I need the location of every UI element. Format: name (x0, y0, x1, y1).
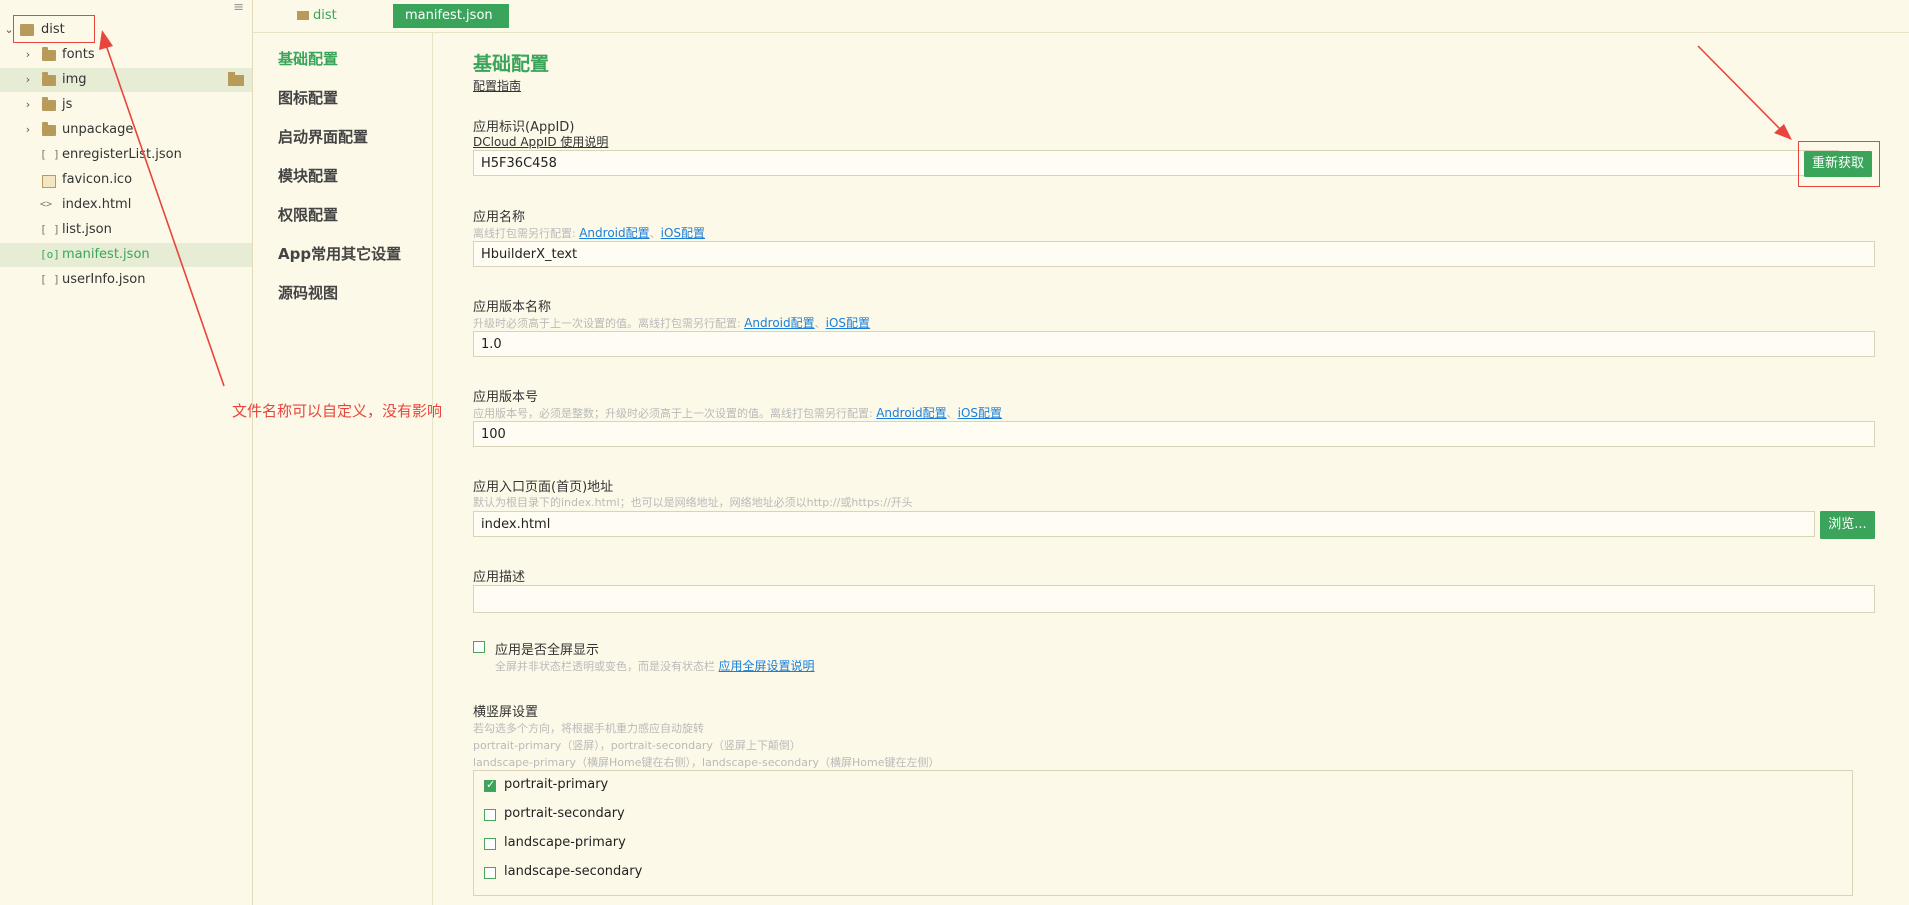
fullscreen-help-link[interactable]: 应用全屏设置说明 (719, 659, 815, 673)
checkbox-checked[interactable] (484, 778, 496, 792)
ios-config-link[interactable]: iOS配置 (958, 406, 1002, 420)
orientation-hint-1: 若勾选多个方向，将根据手机重力感应自动旋转 (473, 722, 704, 735)
hint-text: 全屏并非状态栏透明或变色，而是没有状态栏 (495, 660, 715, 673)
entry-page-label: 应用入口页面(首页)地址 (473, 480, 614, 495)
nav-permission-config[interactable]: 权限配置 (278, 204, 338, 225)
hint-text: 离线打包需另行配置: (473, 227, 576, 240)
orientation-hint-3: landscape-primary（横屏Home键在右侧），landscape-… (473, 756, 940, 769)
ios-config-link[interactable]: iOS配置 (826, 316, 870, 330)
tab-manifest-json[interactable]: manifest.json (393, 4, 509, 28)
folder-icon (297, 11, 309, 20)
version-name-hint: 升级时必须高于上一次设置的值。离线打包需另行配置: Android配置、iOS配… (473, 316, 871, 330)
nav-app-other-settings[interactable]: App常用其它设置 (278, 243, 401, 264)
ios-config-link[interactable]: iOS配置 (661, 226, 705, 240)
browse-button[interactable]: 浏览... (1820, 511, 1875, 539)
annotation-arrow-line (105, 44, 225, 387)
fullscreen-checkbox[interactable] (473, 641, 485, 653)
orientation-option-landscape-secondary[interactable]: landscape-secondary (484, 864, 642, 879)
option-label: portrait-secondary (504, 806, 625, 821)
version-code-hint: 应用版本号，必须是整数；升级时必须高于上一次设置的值。离线打包需另行配置: An… (473, 406, 1003, 420)
option-label: landscape-secondary (504, 864, 643, 879)
nav-basic-config[interactable]: 基础配置 (278, 48, 338, 69)
page-title: 基础配置 (473, 53, 550, 75)
orientation-option-landscape-primary[interactable]: landscape-primary (484, 835, 626, 850)
orientation-options: portrait-primary portrait-secondary land… (473, 770, 1853, 896)
android-config-link[interactable]: Android配置 (744, 316, 814, 330)
entry-page-hint: 默认为根目录下的index.html；也可以是网络地址，网络地址必须以http:… (473, 496, 913, 509)
refresh-appid-button[interactable]: 重新获取 (1804, 151, 1872, 177)
config-guide-link[interactable]: 配置指南 (473, 77, 521, 94)
tab-label: manifest.json (405, 8, 493, 23)
entry-page-input[interactable]: index.html (473, 511, 1815, 537)
appid-help-link[interactable]: DCloud AppID 使用说明 (473, 133, 608, 150)
orientation-option-portrait-primary[interactable]: portrait-primary (484, 777, 608, 792)
app-name-label: 应用名称 (473, 210, 526, 225)
app-desc-label: 应用描述 (473, 570, 526, 585)
tab-label: dist (313, 8, 337, 23)
checkbox[interactable] (484, 867, 496, 879)
editor-tab-bar: dist manifest.json (253, 0, 1909, 33)
config-form: 基础配置 配置指南 应用标识(AppID) DCloud AppID 使用说明 … (433, 32, 1909, 905)
fullscreen-label: 应用是否全屏显示 (495, 643, 600, 658)
nav-splash-config[interactable]: 启动界面配置 (278, 126, 368, 147)
nav-icon-config[interactable]: 图标配置 (278, 87, 338, 108)
app-name-input[interactable]: HbuilderX_text (473, 241, 1875, 267)
android-config-link[interactable]: Android配置 (579, 226, 649, 240)
appid-input[interactable]: H5F36C458 (473, 150, 1839, 176)
tab-dist[interactable]: dist (297, 4, 337, 28)
annotation-arrow-head (99, 30, 113, 50)
option-label: landscape-primary (504, 835, 626, 850)
app-name-hint: 离线打包需另行配置: Android配置、iOS配置 (473, 226, 706, 240)
orientation-hint-2: portrait-primary（竖屏），portrait-secondary（… (473, 739, 801, 752)
nav-source-view[interactable]: 源码视图 (278, 282, 338, 303)
nav-module-config[interactable]: 模块配置 (278, 165, 338, 186)
app-desc-input[interactable] (473, 585, 1875, 613)
option-label: portrait-primary (504, 777, 609, 792)
fullscreen-hint: 全屏并非状态栏透明或变色，而是没有状态栏 应用全屏设置说明 (495, 657, 815, 674)
orientation-option-portrait-secondary[interactable]: portrait-secondary (484, 806, 625, 821)
version-code-input[interactable]: 100 (473, 421, 1875, 447)
orientation-label: 横竖屏设置 (473, 705, 539, 720)
android-config-link[interactable]: Android配置 (876, 406, 946, 420)
version-code-label: 应用版本号 (473, 390, 539, 405)
hint-text: 应用版本号，必须是整数；升级时必须高于上一次设置的值。离线打包需另行配置: (473, 407, 873, 420)
version-name-input[interactable]: 1.0 (473, 331, 1875, 357)
checkbox[interactable] (484, 809, 496, 821)
hint-text: 升级时必须高于上一次设置的值。离线打包需另行配置: (473, 317, 741, 330)
version-name-label: 应用版本名称 (473, 300, 552, 315)
config-nav: 基础配置 图标配置 启动界面配置 模块配置 权限配置 App常用其它设置 源码视… (253, 32, 433, 905)
checkbox[interactable] (484, 838, 496, 850)
